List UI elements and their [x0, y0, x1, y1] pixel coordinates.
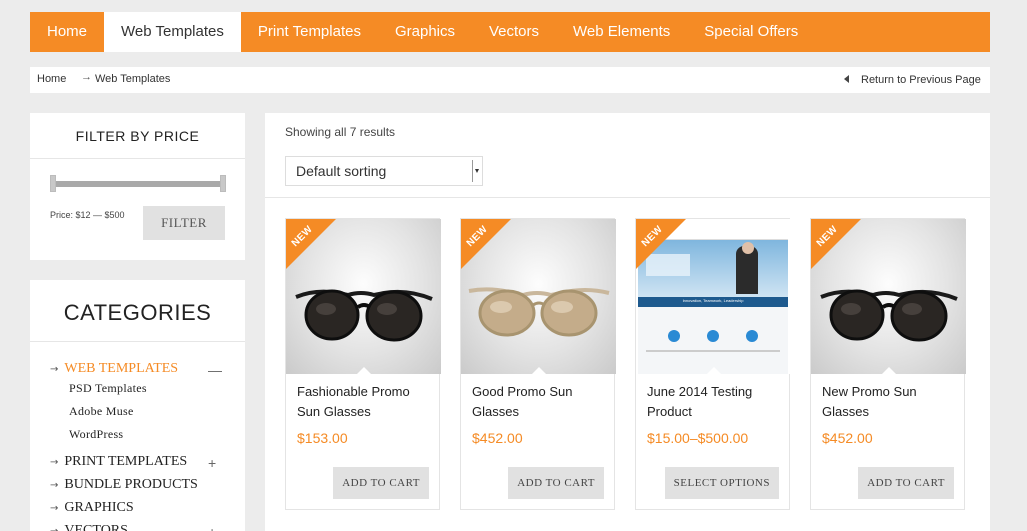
- product-price: $452.00: [822, 430, 873, 446]
- categories-widget: CATEGORIES → WEB TEMPLATES — PSD Template…: [30, 280, 245, 531]
- expand-icon[interactable]: +: [208, 455, 216, 471]
- sorting-select[interactable]: Default sorting: [285, 156, 483, 186]
- nav-home[interactable]: Home: [30, 12, 104, 52]
- breadcrumb-home[interactable]: Home: [37, 73, 66, 85]
- filter-button[interactable]: FILTER: [143, 206, 225, 240]
- category-label: WEB TEMPLATES: [64, 361, 179, 376]
- breadcrumb: Home → Web Templates Return to Previous …: [30, 67, 990, 93]
- breadcrumb-current: Web Templates: [95, 73, 171, 85]
- category-web-templates[interactable]: → WEB TEMPLATES: [50, 361, 178, 377]
- back-arrow-icon[interactable]: [844, 75, 849, 83]
- subcategory-adobe-muse[interactable]: Adobe Muse: [69, 404, 134, 419]
- product-card: Innovation, Teamwork, Leadership NEW Jun…: [635, 218, 791, 510]
- category-vectors[interactable]: → VECTORS: [50, 523, 128, 531]
- category-bundle-products[interactable]: → BUNDLE PRODUCTS: [50, 477, 198, 493]
- product-name[interactable]: Fashionable Promo Sun Glasses: [297, 382, 432, 422]
- product-card: NEW New Promo Sun Glasses $452.00 ADD TO…: [810, 218, 966, 510]
- add-to-cart-button[interactable]: ADD TO CART: [333, 467, 429, 499]
- product-listing: Showing all 7 results Default sorting NE…: [265, 113, 990, 531]
- category-graphics[interactable]: → GRAPHICS: [50, 500, 134, 516]
- product-card: NEW Good Promo Sun Glasses $452.00 ADD T…: [460, 218, 616, 510]
- price-slider-min-handle[interactable]: [50, 175, 56, 192]
- arrow-right-icon: →: [50, 526, 58, 531]
- divider: [265, 197, 990, 198]
- thumb-tagline: Innovation, Teamwork, Leadership: [682, 298, 744, 303]
- arrow-right-icon: →: [50, 457, 59, 468]
- expand-icon[interactable]: +: [208, 524, 216, 531]
- breadcrumb-arrow-icon: →: [81, 71, 92, 83]
- nav-web-templates[interactable]: Web Templates: [104, 12, 241, 52]
- nav-vectors[interactable]: Vectors: [472, 12, 556, 52]
- collapse-icon[interactable]: —: [208, 362, 222, 378]
- subcategory-wordpress[interactable]: WordPress: [69, 427, 123, 442]
- image-notch: [532, 367, 546, 374]
- price-slider-track[interactable]: [52, 181, 224, 187]
- sorting-value: Default sorting: [296, 163, 387, 179]
- product-card: NEW Fashionable Promo Sun Glasses $153.0…: [285, 218, 441, 510]
- add-to-cart-button[interactable]: ADD TO CART: [858, 467, 954, 499]
- arrow-right-icon: →: [50, 364, 59, 375]
- category-print-templates[interactable]: → PRINT TEMPLATES: [50, 454, 187, 470]
- nav-graphics[interactable]: Graphics: [378, 12, 472, 52]
- main-nav: Home Web Templates Print Templates Graph…: [30, 12, 990, 52]
- select-options-button[interactable]: SELECT OPTIONS: [664, 467, 779, 499]
- arrow-right-icon: →: [50, 503, 59, 514]
- chevron-down-icon: [472, 160, 480, 182]
- category-label: BUNDLE PRODUCTS: [64, 477, 198, 492]
- image-notch: [357, 367, 371, 374]
- product-price: $452.00: [472, 430, 523, 446]
- product-name[interactable]: June 2014 Testing Product: [647, 382, 782, 422]
- price-slider-max-handle[interactable]: [220, 175, 226, 192]
- product-price: $153.00: [297, 430, 348, 446]
- results-count: Showing all 7 results: [285, 125, 396, 139]
- add-to-cart-button[interactable]: ADD TO CART: [508, 467, 604, 499]
- nav-web-elements[interactable]: Web Elements: [556, 12, 687, 52]
- image-notch: [707, 367, 721, 374]
- category-label: GRAPHICS: [64, 500, 134, 515]
- category-label: VECTORS: [64, 523, 128, 531]
- product-price: $15.00–$500.00: [647, 430, 749, 446]
- price-range-text: Price: $12 — $500: [50, 210, 125, 220]
- nav-special-offers[interactable]: Special Offers: [687, 12, 815, 52]
- image-notch: [882, 367, 896, 374]
- category-label: PRINT TEMPLATES: [64, 454, 188, 469]
- price-filter-widget: FILTER BY PRICE Price: $12 — $500 FILTER: [30, 113, 245, 260]
- categories-title: CATEGORIES: [30, 280, 245, 342]
- product-name[interactable]: Good Promo Sun Glasses: [472, 382, 607, 422]
- return-previous-link[interactable]: Return to Previous Page: [861, 74, 981, 86]
- price-filter-title: FILTER BY PRICE: [30, 113, 245, 159]
- product-name[interactable]: New Promo Sun Glasses: [822, 382, 957, 422]
- nav-print-templates[interactable]: Print Templates: [241, 12, 378, 52]
- arrow-right-icon: →: [50, 480, 59, 491]
- subcategory-psd-templates[interactable]: PSD Templates: [69, 381, 147, 396]
